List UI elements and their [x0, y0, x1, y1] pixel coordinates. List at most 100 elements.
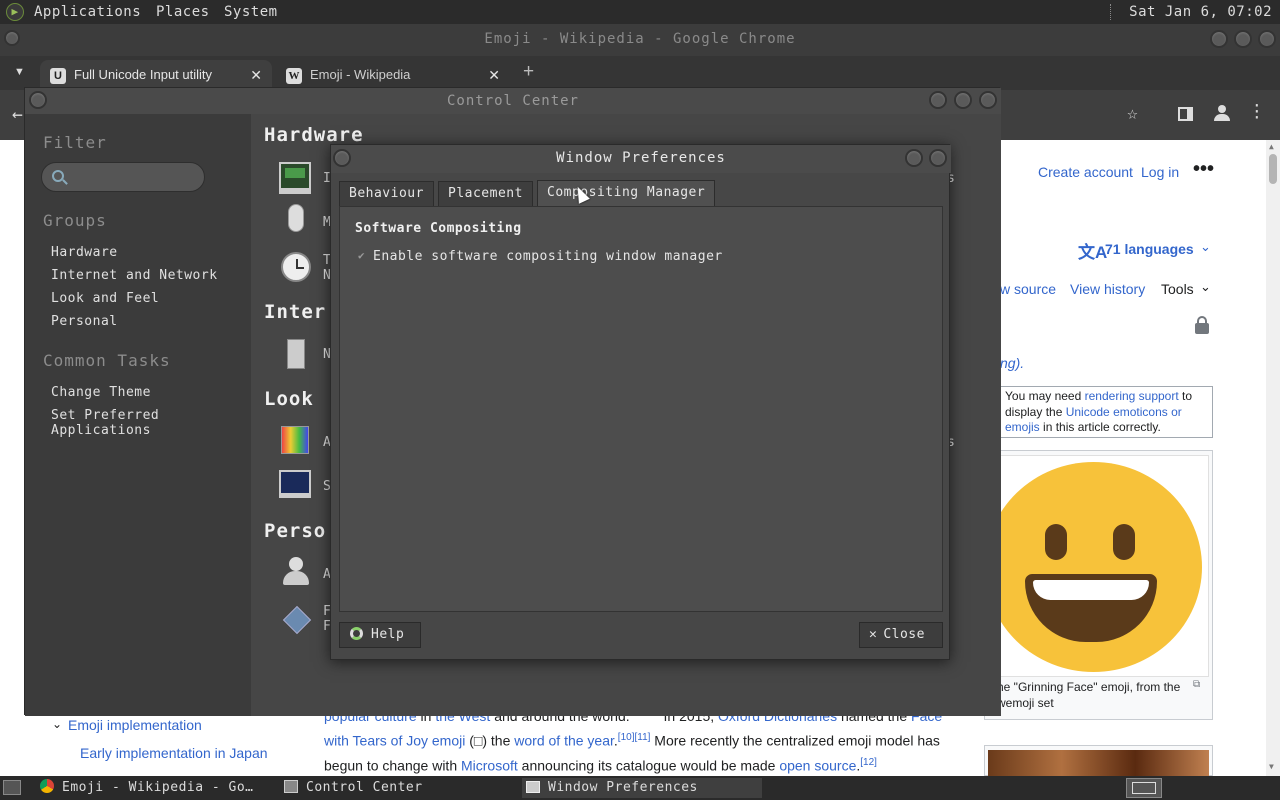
tab-unicode-input[interactable]: U Full Unicode Input utility ✕: [40, 60, 272, 90]
help-button[interactable]: Help: [339, 622, 421, 648]
open-source-link[interactable]: open source: [779, 757, 856, 773]
tab-title: Full Unicode Input utility: [74, 67, 213, 82]
maximize-button[interactable]: [1234, 30, 1252, 48]
minimize-button[interactable]: [1210, 30, 1228, 48]
citation-10-11[interactable]: [10][11]: [618, 732, 651, 743]
back-arrow-icon[interactable]: ←: [12, 104, 23, 125]
chrome-window-title: Emoji - Wikipedia - Google Chrome: [484, 31, 796, 47]
scroll-down-icon[interactable]: ▼: [1269, 762, 1274, 771]
show-desktop-icon[interactable]: [3, 780, 21, 795]
close-button[interactable]: [1258, 30, 1276, 48]
section-look: Look: [264, 388, 314, 410]
close-button[interactable]: [929, 149, 947, 167]
grinning-face-emoji[interactable]: [990, 462, 1202, 672]
chrome-title-bar: Emoji - Wikipedia - Google Chrome: [0, 24, 1280, 56]
scrollbar-thumb[interactable]: [1269, 154, 1277, 184]
close-dialog-button[interactable]: ✕ Close: [859, 622, 943, 648]
mouse-icon[interactable]: [288, 204, 304, 232]
menu-places[interactable]: Places: [156, 4, 210, 20]
tab-compositing-manager[interactable]: Compositing Manager: [537, 180, 716, 207]
microsoft-link[interactable]: Microsoft: [461, 757, 518, 773]
snippet-link[interactable]: ng).: [1000, 355, 1024, 371]
toc-emoji-implementation[interactable]: Emoji implementation: [68, 717, 202, 733]
taskbar-item-chrome[interactable]: Emoji - Wikipedia - Go…: [36, 778, 276, 798]
toc-early-implementation-japan[interactable]: Early implementation in Japan: [80, 745, 268, 761]
toc-chevron-icon[interactable]: ⌄: [52, 717, 62, 731]
infobox: he "Grinning Face" emoji, from the wemoj…: [984, 450, 1213, 720]
tab-placement[interactable]: Placement: [438, 181, 533, 207]
enable-compositing-checkbox[interactable]: ✔: [358, 250, 370, 262]
close-x-icon: ✕: [869, 627, 878, 642]
minimize-button[interactable]: [929, 91, 947, 109]
user-menu-ellipsis-icon[interactable]: •••: [1193, 158, 1214, 181]
window-menu-button[interactable]: [333, 149, 351, 167]
close-button[interactable]: [979, 91, 997, 109]
filter-search-input[interactable]: [41, 162, 205, 192]
tab-emoji-wikipedia[interactable]: W Emoji - Wikipedia ✕: [278, 60, 510, 90]
face-with-tears-link[interactable]: with Tears of Joy emoji: [324, 733, 465, 749]
create-account-link[interactable]: Create account: [1038, 164, 1133, 180]
minimize-button[interactable]: [905, 149, 923, 167]
emoji-left-eye: [1045, 524, 1067, 560]
word-of-year-link[interactable]: word of the year: [514, 733, 614, 749]
tab-search-chevron-icon[interactable]: ▼: [14, 66, 25, 78]
task-change-theme[interactable]: Change Theme: [51, 385, 151, 400]
display-monitor-icon[interactable]: [279, 162, 311, 194]
tab-close-icon[interactable]: ✕: [250, 60, 262, 90]
group-look-and-feel[interactable]: Look and Feel: [51, 291, 159, 306]
enable-compositing-label[interactable]: Enable software compositing window manag…: [373, 249, 723, 264]
task-set-preferred[interactable]: Set Preferred: [51, 408, 159, 423]
section-personal: Perso: [264, 520, 327, 542]
group-personal[interactable]: Personal: [51, 314, 118, 329]
system-logo-icon[interactable]: ▶: [6, 3, 24, 21]
tab-close-icon[interactable]: ✕: [488, 60, 500, 90]
clock-icon[interactable]: [281, 252, 311, 282]
task-set-preferred-apps[interactable]: Applications: [51, 423, 151, 438]
screensaver-monitor-icon[interactable]: [279, 470, 311, 498]
search-icon: [52, 170, 68, 185]
taskbar-item-control-center[interactable]: Control Center: [280, 778, 520, 798]
citation-12[interactable]: [12]: [860, 757, 877, 768]
taskbar-item-window-preferences[interactable]: Window Preferences: [522, 778, 762, 798]
rendering-support-link[interactable]: rendering support: [1085, 389, 1179, 403]
taskbar: Emoji - Wikipedia - Go… Control Center W…: [0, 776, 1280, 800]
panel-clock[interactable]: Sat Jan 6, 07:02: [1129, 4, 1272, 20]
workspace-switcher[interactable]: [1126, 778, 1162, 798]
view-history-tab[interactable]: View history: [1070, 281, 1145, 297]
control-center-sidebar: Filter Groups Hardware Internet and Netw…: [25, 114, 251, 716]
translate-icon: 文A: [1078, 243, 1108, 262]
maximize-button[interactable]: [954, 91, 972, 109]
scroll-up-icon[interactable]: ▲: [1269, 142, 1274, 151]
profile-avatar-icon[interactable]: [1214, 105, 1230, 121]
network-device-icon[interactable]: [287, 339, 305, 369]
view-source-tab[interactable]: w source: [1000, 281, 1056, 297]
window-preferences-dialog: Window Preferences Behaviour Placement C…: [330, 144, 951, 660]
chevron-down-icon: ⌄: [1200, 239, 1211, 254]
window-menu-button[interactable]: [29, 91, 47, 109]
tools-menu[interactable]: Tools: [1161, 281, 1194, 297]
tab-title: Emoji - Wikipedia: [310, 67, 411, 82]
emoji-mouth: [1025, 574, 1157, 642]
panel-separator: [1110, 4, 1113, 20]
appearance-palette-icon[interactable]: [281, 426, 309, 454]
log-in-link[interactable]: Log in: [1141, 164, 1179, 180]
chrome-menu-icon[interactable]: · · ·: [1252, 98, 1262, 126]
menu-applications[interactable]: Applications: [34, 4, 141, 20]
keyring-diamond-icon[interactable]: [282, 605, 312, 635]
group-internet-network[interactable]: Internet and Network: [51, 268, 218, 283]
about-me-user-icon[interactable]: [283, 557, 311, 587]
groups-heading: Groups: [43, 211, 107, 230]
lock-icon: [1195, 316, 1209, 334]
side-panel-icon[interactable]: [1178, 107, 1193, 121]
enlarge-icon[interactable]: ⧉: [1193, 679, 1200, 690]
window-menu-button[interactable]: [4, 30, 20, 46]
new-tab-plus-icon[interactable]: +: [523, 61, 534, 83]
tab-behaviour[interactable]: Behaviour: [339, 181, 434, 207]
software-compositing-heading: Software Compositing: [355, 221, 522, 236]
languages-button[interactable]: 71 languages: [1105, 241, 1194, 257]
page-scrollbar[interactable]: ▲ ▼: [1266, 140, 1280, 776]
bookmark-star-icon[interactable]: ☆: [1127, 103, 1138, 124]
chevron-down-icon: ⌄: [1200, 279, 1211, 294]
group-hardware[interactable]: Hardware: [51, 245, 118, 260]
menu-system[interactable]: System: [224, 4, 278, 20]
